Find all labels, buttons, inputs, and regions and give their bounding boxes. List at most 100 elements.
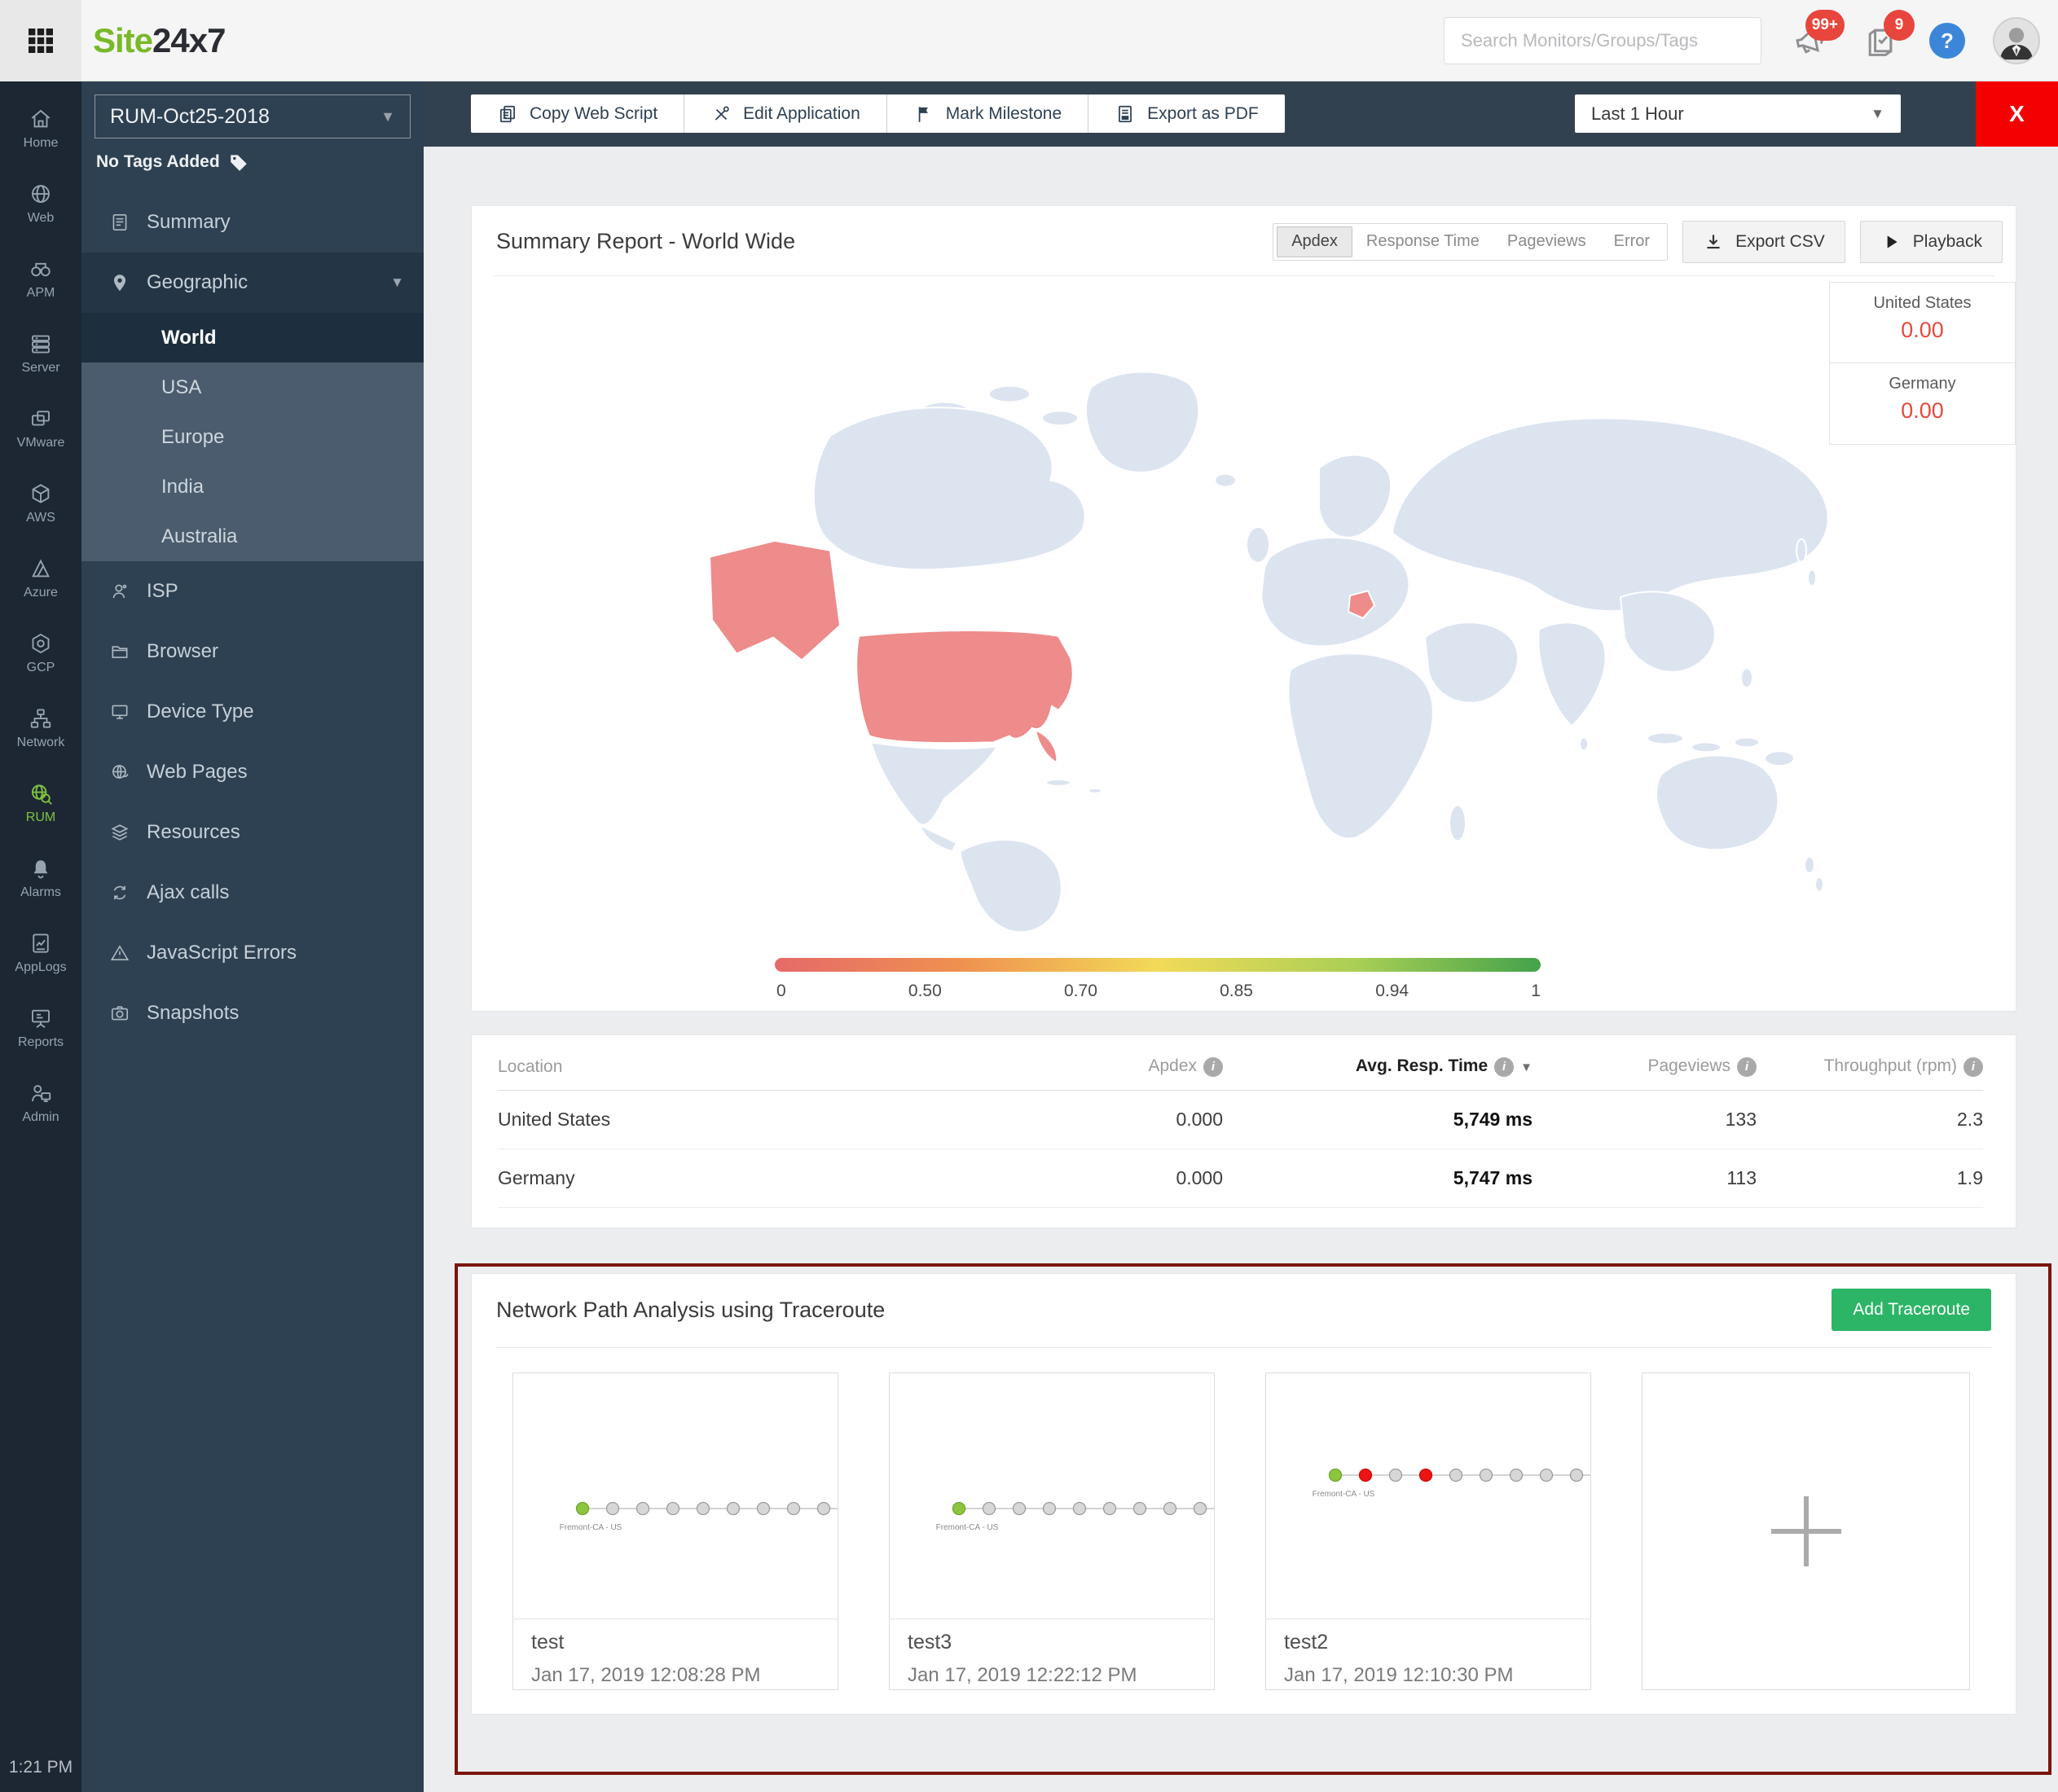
map-country-alaska bbox=[708, 539, 842, 661]
sidebar-item-resources[interactable]: Resources bbox=[81, 802, 424, 863]
traceroute-title: Network Path Analysis using Traceroute bbox=[496, 1297, 886, 1322]
apdex-country-box[interactable]: United States 0.00 bbox=[1829, 282, 2016, 363]
traceroute-item-test3[interactable]: Fremont-CA - US test3 Jan 17, 2019 12:22… bbox=[889, 1373, 1215, 1690]
tab-pageviews[interactable]: Pageviews bbox=[1493, 226, 1600, 257]
table-row[interactable]: Germany 0.000 5,747 ms 113 1.9 bbox=[498, 1149, 1983, 1208]
apdex-legend: 0 0.50 0.70 0.85 0.94 1 bbox=[775, 958, 1541, 1001]
rail-item-network[interactable]: Network bbox=[0, 691, 81, 766]
col-pageviews[interactable]: Pageviews i bbox=[1533, 1056, 1757, 1077]
apps-grid-button[interactable] bbox=[0, 0, 81, 81]
chevron-down-icon: ▼ bbox=[390, 275, 404, 290]
time-range-select[interactable]: Last 1 Hour ▼ bbox=[1575, 94, 1901, 133]
info-icon[interactable]: i bbox=[1494, 1056, 1515, 1077]
sidebar-item-label: Browser bbox=[147, 640, 219, 662]
export-csv-button[interactable]: Export CSV bbox=[1682, 220, 1845, 263]
rail-item-apm[interactable]: APM bbox=[0, 241, 81, 316]
sidebar-item-device-type[interactable]: Device Type bbox=[81, 682, 424, 742]
sidebar-item-geographic[interactable]: Geographic ▼ bbox=[81, 253, 424, 313]
legend-tick: 0.50 bbox=[908, 982, 942, 1000]
traceroute-card: Network Path Analysis using Traceroute A… bbox=[471, 1273, 2016, 1715]
sidebar-item-summary[interactable]: Summary bbox=[81, 192, 424, 253]
map-country-florida bbox=[1034, 728, 1058, 764]
edit-application-button[interactable]: Edit Application bbox=[684, 94, 887, 133]
sidebar-item-usa[interactable]: USA bbox=[81, 362, 424, 412]
sidebar-item-isp[interactable]: ISP bbox=[81, 561, 424, 621]
col-location: Location bbox=[498, 1056, 563, 1076]
help-button[interactable]: ? bbox=[1929, 23, 1965, 59]
rail-item-admin[interactable]: Admin bbox=[0, 1065, 81, 1140]
traceroute-item-test2[interactable]: Fremont-CA - US test2 Jan 17, 2019 12:10… bbox=[1265, 1373, 1591, 1690]
sidebar-item-web-pages[interactable]: Web Pages bbox=[81, 742, 424, 802]
mark-milestone-button[interactable]: Mark Milestone bbox=[887, 94, 1089, 133]
country-name: Germany bbox=[1889, 375, 1956, 393]
col-apdex[interactable]: Apdex i bbox=[946, 1056, 1223, 1077]
sidebar-item-europe[interactable]: Europe bbox=[81, 412, 424, 462]
divider bbox=[496, 1347, 1991, 1348]
close-button[interactable]: X bbox=[1976, 81, 2058, 147]
rail-item-web[interactable]: Web bbox=[0, 166, 81, 241]
info-icon[interactable]: i bbox=[1963, 1056, 1983, 1077]
avatar[interactable] bbox=[1993, 17, 2040, 64]
rail-item-vmware[interactable]: VMware bbox=[0, 391, 81, 466]
logo-site: Site bbox=[93, 21, 153, 59]
page-title: Summary Report - World Wide bbox=[496, 229, 796, 253]
sidebar-item-india[interactable]: India bbox=[81, 462, 424, 512]
traceroute-header: Network Path Analysis using Traceroute A… bbox=[496, 1289, 1991, 1331]
folder-icon bbox=[112, 646, 128, 658]
tags-row[interactable]: No Tags Added bbox=[96, 152, 424, 173]
info-icon[interactable]: i bbox=[1737, 1056, 1757, 1077]
table-row[interactable]: United States 0.000 5,749 ms 133 2.3 bbox=[498, 1091, 1983, 1149]
traceroute-meta: test Jan 17, 2019 12:08:28 PM bbox=[513, 1619, 838, 1687]
rail-item-aws[interactable]: AWS bbox=[0, 466, 81, 541]
tasks-button[interactable]: 9 bbox=[1859, 10, 1915, 62]
info-icon[interactable]: i bbox=[1203, 1056, 1223, 1077]
sidebar-item-snapshots[interactable]: Snapshots bbox=[81, 983, 424, 1043]
tab-apdex[interactable]: Apdex bbox=[1277, 226, 1352, 257]
reports-icon bbox=[32, 1009, 50, 1028]
add-traceroute-card[interactable] bbox=[1642, 1373, 1970, 1690]
location-table-card: Location Apdex i Avg. Resp. Time i ▼ Pagevi… bbox=[471, 1034, 2016, 1228]
col-throughput[interactable]: Throughput (rpm) i bbox=[1757, 1056, 1983, 1077]
monitor-name: RUM-Oct25-2018 bbox=[110, 104, 270, 128]
add-traceroute-button[interactable]: Add Traceroute bbox=[1832, 1289, 1991, 1331]
search-input[interactable] bbox=[1444, 17, 1761, 64]
traceroute-path-graph: Fremont-CA - US bbox=[1313, 1468, 1590, 1499]
country-name: United States bbox=[1873, 294, 1972, 312]
sidebar-item-australia[interactable]: Australia bbox=[81, 512, 424, 561]
legend-tick: 0.85 bbox=[1220, 982, 1253, 1000]
status-clock: 1:21 PM bbox=[8, 1758, 73, 1777]
rail-item-azure[interactable]: Azure bbox=[0, 541, 81, 616]
traceroute-thumbnail: Fremont-CA - US bbox=[890, 1373, 1214, 1619]
svg-text:Fremont-CA - US: Fremont-CA - US bbox=[1313, 1490, 1375, 1499]
rail-item-alarms[interactable]: Alarms bbox=[0, 841, 81, 916]
copy-web-script-button[interactable]: Copy Web Script bbox=[471, 94, 685, 133]
sort-desc-icon[interactable]: ▼ bbox=[1520, 1061, 1533, 1074]
tasks-badge: 9 bbox=[1884, 10, 1915, 41]
rail-item-applogs[interactable]: AppLogs bbox=[0, 916, 81, 990]
rail-item-gcp[interactable]: GCP bbox=[0, 616, 81, 691]
traceroute-timestamp: Jan 17, 2019 12:10:30 PM bbox=[1284, 1664, 1514, 1686]
tab-error[interactable]: Error bbox=[1600, 226, 1664, 257]
traceroute-highlight-outline: Network Path Analysis using Traceroute A… bbox=[455, 1263, 2051, 1775]
sidebar-item-ajax-calls[interactable]: Ajax calls bbox=[81, 863, 424, 923]
sidebar-item-javascript-errors[interactable]: JavaScript Errors bbox=[81, 923, 424, 983]
apdex-country-box[interactable]: Germany 0.00 bbox=[1829, 363, 2016, 445]
export-as-pdf-button[interactable]: Export as PDF bbox=[1088, 94, 1285, 133]
button-label: Export CSV bbox=[1735, 231, 1825, 251]
tags-label: No Tags Added bbox=[96, 152, 220, 171]
sidebar-item-world[interactable]: World bbox=[81, 313, 424, 362]
globe-icon bbox=[32, 185, 50, 203]
playback-button[interactable]: Playback bbox=[1859, 220, 2003, 263]
tab-response-time[interactable]: Response Time bbox=[1352, 226, 1493, 257]
announcements-button[interactable]: 99+ bbox=[1789, 10, 1845, 62]
sidebar-item-browser[interactable]: Browser bbox=[81, 621, 424, 682]
rail-item-reports[interactable]: Reports bbox=[0, 990, 81, 1065]
rail-item-home[interactable]: Home bbox=[0, 91, 81, 166]
col-avg-resp-time[interactable]: Avg. Resp. Time i ▼ bbox=[1223, 1056, 1533, 1077]
monitor-select[interactable]: RUM-Oct25-2018 ▼ bbox=[95, 94, 411, 138]
rail-item-server[interactable]: Server bbox=[0, 316, 81, 391]
traceroute-meta: test3 Jan 17, 2019 12:22:12 PM bbox=[890, 1619, 1214, 1687]
world-map[interactable] bbox=[488, 291, 1857, 936]
traceroute-item-test[interactable]: Fremont-CA - US test Jan 17, 2019 12:08:… bbox=[512, 1373, 838, 1690]
rail-item-rum[interactable]: RUM bbox=[0, 766, 81, 841]
